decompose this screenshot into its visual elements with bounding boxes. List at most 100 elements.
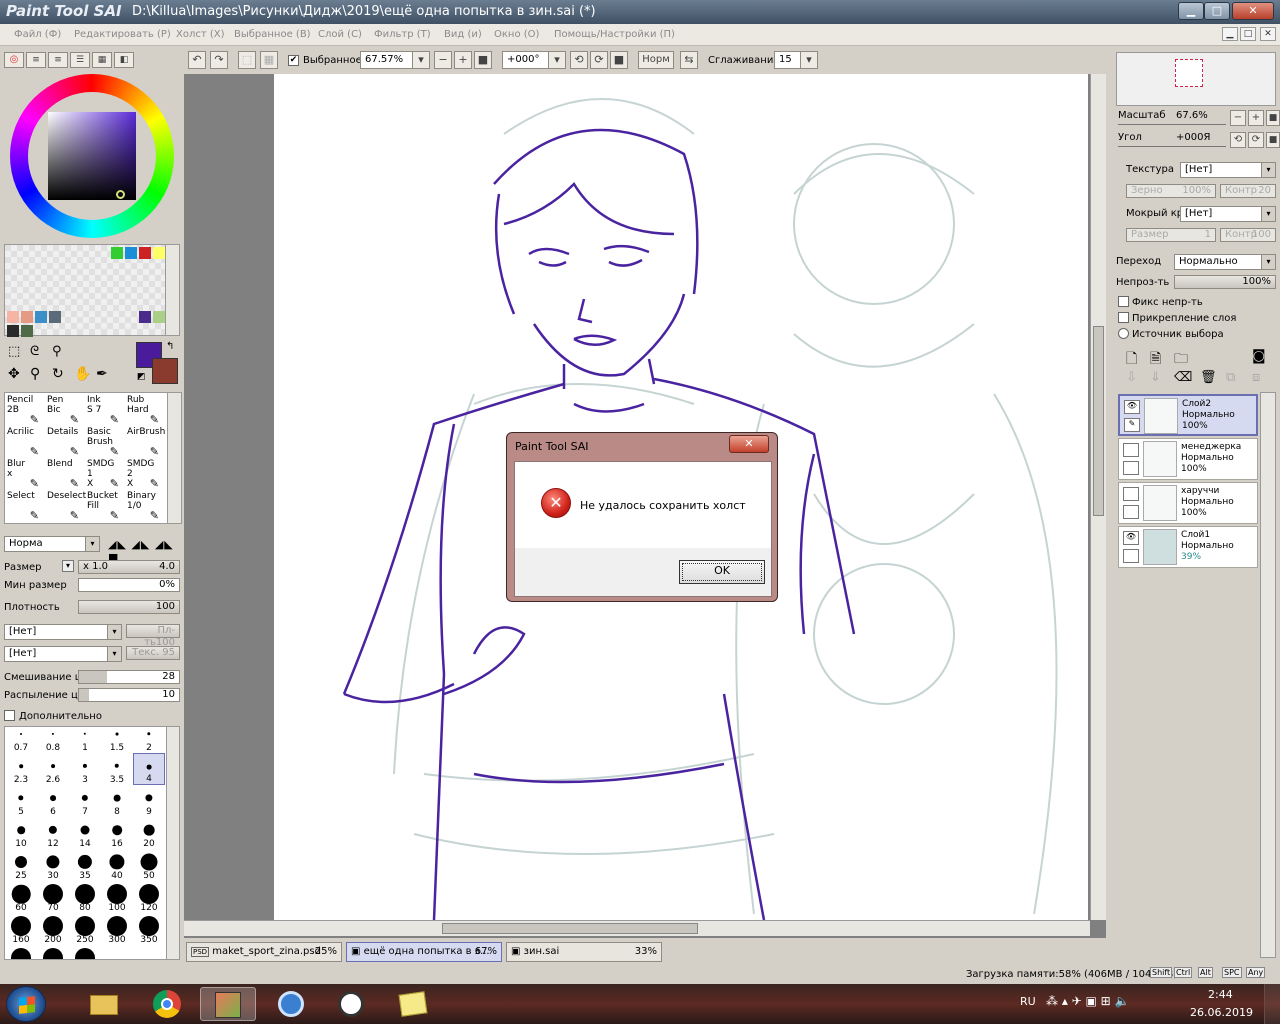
new-folder-icon[interactable]: 🗀 [1174,348,1188,372]
layer-item[interactable]: 👁 ✎ Слой2 Нормально 100% [1118,394,1258,436]
menu-edit[interactable]: Редактировать (Р) [74,29,171,40]
brush-size-option[interactable]: 14 [69,817,101,849]
brush-size-option[interactable]: 70 [37,881,69,913]
zoom-reset-icon[interactable]: ■ [474,51,492,69]
layer-visibility-toggle[interactable]: 👁 [1123,531,1139,545]
scratchpad-tab-icon[interactable]: ◧ [114,52,134,68]
brush-size-option[interactable]: 0.7 [5,727,37,753]
brush-size-option[interactable]: 8 [101,785,133,817]
opacity-slider[interactable]: 100% [1174,275,1276,289]
tool-blend[interactable]: Blend ✎ [47,459,79,491]
redo-icon[interactable]: ↷ [210,51,228,69]
rect-select-icon[interactable]: ⬚ [8,344,20,359]
wet-edge-select[interactable]: [Нет] ▾ [1180,206,1276,222]
brush-size-option[interactable]: 120 [133,881,165,913]
tool-deselect[interactable]: Deselect ✎ [47,491,86,523]
tool-rub[interactable]: Rub Hard ✎ [127,395,159,427]
size-slider[interactable]: x 1.0 4.0 [78,560,180,574]
mdi-close-icon[interactable]: ✕ [1260,27,1276,41]
brush-size-option[interactable]: 16 [101,817,133,849]
magic-wand-icon[interactable]: ⚲ [52,344,62,359]
sticky-notes-taskbar-icon[interactable] [386,987,442,1021]
brush-size-option[interactable]: 9 [133,785,165,817]
color-swatch[interactable] [125,247,137,259]
brush-size-option[interactable]: 100 [101,881,133,913]
blend-mode-button[interactable]: Норм [638,51,674,69]
rotate-left-icon[interactable]: ⟲ [570,51,588,69]
menu-filter[interactable]: Фильтр (Т) [374,29,431,40]
scale-plus-icon[interactable]: + [1248,110,1264,126]
brush-size-option[interactable]: 6 [37,785,69,817]
brush-size-option[interactable]: 200 [37,913,69,945]
layer-item[interactable]: харуччи Нормально 100% [1118,482,1258,524]
brush-size-option[interactable]: 0.8 [37,727,69,753]
browser-taskbar-icon[interactable] [264,987,320,1021]
color-swatch[interactable] [111,247,123,259]
layer-edit-lock[interactable] [1123,461,1139,475]
color-picker-handle[interactable] [116,190,125,199]
explorer-taskbar-icon[interactable] [76,987,132,1021]
wet-size-slider[interactable]: Размер 1 [1126,228,1216,242]
rotate-icon[interactable]: ↻ [52,366,64,382]
zoom-in-icon[interactable]: + [454,51,472,69]
deselect-icon[interactable]: ⬚ [238,51,256,69]
layer-item[interactable]: 👁 Слой1 Нормально 39% [1118,526,1258,568]
layer-visibility-toggle[interactable]: 👁 [1124,400,1140,414]
hand-icon[interactable]: ✋ [74,366,91,382]
zoom-out-icon[interactable]: − [434,51,452,69]
color-swatch[interactable] [139,311,151,323]
tab-current-document[interactable]: ▣ ещё одна попытка в з... 67% [346,942,502,962]
brush-size-option[interactable]: 7 [69,785,101,817]
tool-acrilic[interactable]: Acrilic ✎ [7,427,39,459]
new-layer-icon[interactable]: 🗋 [1126,348,1137,372]
merge-down-icon[interactable]: ⇓ [1150,370,1161,385]
mix-slider[interactable]: 28 [78,670,180,684]
brush-size-option[interactable]: 400 [5,945,37,959]
hsv-slider-tab-icon[interactable]: ≡ [48,52,68,68]
menu-selection[interactable]: Выбранное (В) [234,29,311,40]
layer-edit-lock[interactable]: ✎ [1124,418,1140,432]
saturation-value-square[interactable] [48,112,136,200]
smoothing-dropdown-icon[interactable]: ▾ [800,51,818,69]
layer-visibility-toggle[interactable] [1123,487,1139,501]
brush-size-option[interactable]: 80 [69,881,101,913]
clock-time[interactable]: 2:44 [1208,988,1233,1001]
navigator-preview[interactable] [1116,52,1276,106]
transfer-down-icon[interactable]: ⇩ [1126,370,1137,385]
ok-button[interactable]: OK [679,560,765,584]
brush-size-option[interactable]: 350 [133,913,165,945]
tool-scrollbar[interactable] [167,393,181,523]
clip-layer-checkbox[interactable] [1118,312,1129,323]
clear-layer-icon[interactable]: ⌫ [1174,370,1192,385]
minimize-button[interactable]: ▁ [1178,2,1204,20]
zoom-field[interactable]: 67.57% [360,51,418,69]
brush-size-option[interactable]: 160 [5,913,37,945]
vertical-scroll-thumb[interactable] [1093,326,1104,516]
rotate-left-icon[interactable]: ⟲ [1230,132,1246,148]
color-wheel-tab-icon[interactable]: ◎ [4,52,24,68]
color-swatch[interactable] [153,311,165,323]
menu-file[interactable]: Файл (Ф) [14,29,61,40]
angle-slider[interactable] [1118,146,1226,147]
rgb-slider-tab-icon[interactable]: ≡ [26,52,46,68]
color-swatch[interactable] [21,325,33,337]
scale-slider[interactable] [1118,124,1226,125]
layer-item[interactable]: менеджерка Нормально 100% [1118,438,1258,480]
dialog-close-button[interactable]: ✕ [729,435,769,453]
tool-pen[interactable]: Pen Bic ✎ [47,395,79,427]
contrast-slider[interactable]: Контр 20 [1220,184,1276,198]
lasso-icon[interactable]: ᘓ [30,344,39,359]
grain-slider[interactable]: Зерно 100% [1126,184,1216,198]
extra-checkbox[interactable] [4,710,15,721]
fix-opacity-checkbox[interactable] [1118,296,1129,307]
brush-size-option[interactable]: 1.5 [101,727,133,753]
layer-scrollbar[interactable] [1260,392,1276,958]
wet-contrast-slider[interactable]: Контр 100 [1220,228,1276,242]
brush-size-option[interactable]: 10 [5,817,37,849]
swatch-grid[interactable] [4,244,180,337]
brush-size-option[interactable]: 4 [133,753,165,785]
color-swatch[interactable] [7,311,19,323]
tool-blur[interactable]: Blur x ✎ [7,459,39,491]
brush-size-option[interactable]: 60 [5,881,37,913]
layer-visibility-toggle[interactable] [1123,443,1139,457]
